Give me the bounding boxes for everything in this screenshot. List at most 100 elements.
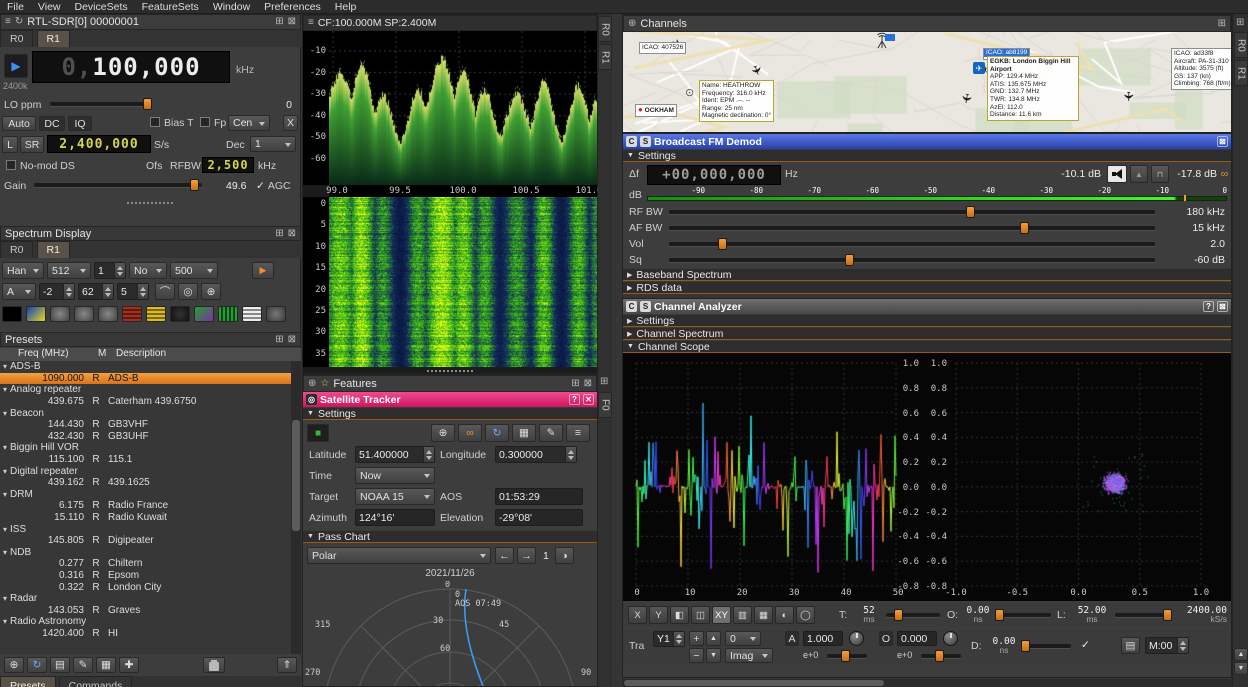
device-tab-r0[interactable]: R0 — [0, 30, 33, 47]
features-add-icon[interactable]: ⊕ — [308, 379, 316, 389]
audio-mute-button[interactable] — [1107, 165, 1127, 183]
trace-up-button[interactable]: ▲ — [706, 631, 721, 646]
panel-resize-grip[interactable] — [127, 202, 173, 204]
pass-chart-header[interactable]: ▼ Pass Chart — [303, 530, 597, 543]
channel-analyzer-titlebar[interactable]: C S Channel Analyzer ? ⊠ — [623, 299, 1231, 314]
grid-mode-dropdown[interactable]: A — [2, 283, 36, 300]
ref-level-spinner[interactable]: -2 — [39, 283, 75, 300]
offset-exp-slider[interactable] — [921, 649, 961, 662]
trace-visible-check[interactable]: ✓ — [1081, 639, 1090, 651]
tree-collapse-icon[interactable]: ▾ — [0, 617, 10, 626]
scope-display-mode-button[interactable]: ◯ — [796, 606, 815, 624]
tab-presets[interactable]: Presets — [0, 676, 56, 687]
presets-list[interactable]: ▾ADS-B1090.000RADS-B▾Analog repeater439.… — [0, 361, 291, 654]
longitude-field[interactable]: 0.300000 — [495, 446, 577, 463]
preset-item-row[interactable]: 115.100R115.1 — [0, 454, 291, 466]
fm-slider[interactable] — [669, 220, 1155, 236]
collapsed-section-header[interactable]: ▶Baseband Spectrum — [623, 268, 1231, 281]
fm-demod-titlebar[interactable]: C S Broadcast FM Demod ⊠ — [623, 134, 1231, 149]
dc-correction-button[interactable]: DC — [39, 116, 65, 131]
trace-select-spinner[interactable]: Y1 — [653, 631, 685, 647]
time-base-slider[interactable] — [886, 608, 940, 622]
fm-slider-handle[interactable] — [845, 254, 854, 266]
preset-item-row[interactable]: 432.430RGB3UHF — [0, 431, 291, 443]
target-dropdown[interactable]: NOAA 15 — [355, 488, 435, 505]
lo-ppm-slider[interactable] — [50, 96, 152, 112]
aircraft-info-box[interactable]: ICAO: ad33f8Aircraft: PA-31-310Altitude:… — [1171, 48, 1231, 90]
bias-t-checkbox[interactable]: Bias T — [150, 117, 194, 129]
spectrum-tab-r1[interactable]: R1 — [37, 241, 70, 258]
workspace-grid-icon[interactable]: ⊞ — [1236, 18, 1244, 28]
fft-size-dropdown[interactable]: 512 — [47, 262, 91, 279]
sample-rate-display[interactable]: 2,400,000 — [47, 135, 151, 153]
device-move-icon[interactable]: ≡ — [5, 17, 11, 27]
preset-item-row[interactable]: 145.805RDigipeater — [0, 535, 291, 547]
edit-satellites-icon[interactable]: ✎ — [539, 424, 563, 442]
audio-stereo-button[interactable]: ▲ — [1130, 165, 1148, 183]
channel-settings-icon[interactable]: S — [640, 136, 651, 147]
preset-item-row[interactable]: 1420.400RHI — [0, 628, 291, 640]
save-trace-button[interactable]: ▤ — [1121, 637, 1140, 654]
amplitude-knob[interactable] — [849, 631, 864, 646]
features-strip-grid-icon[interactable]: ⊞ — [600, 377, 608, 387]
refresh-rate-dropdown[interactable]: 500 — [170, 262, 218, 279]
ockham-beacon-label[interactable]: ● OCKHAM — [635, 104, 677, 117]
presets-scrollbar[interactable] — [291, 361, 301, 654]
tree-collapse-icon[interactable]: ▾ — [0, 594, 10, 603]
link-icon[interactable]: ∞ — [458, 424, 482, 442]
edit-group-button[interactable]: ✚ — [119, 657, 139, 673]
spectrum-menu-icon[interactable]: ≡ — [308, 18, 314, 28]
preset-group-row[interactable]: ▾Radio Astronomy — [0, 616, 291, 628]
preset-group-row[interactable]: ▾DRM — [0, 489, 291, 501]
tree-collapse-icon[interactable]: ▾ — [0, 443, 10, 452]
agc-checkbox[interactable]: ✓AGC — [256, 180, 291, 192]
rds-link-icon[interactable]: ∞ — [1219, 165, 1230, 183]
lock-button[interactable]: L — [2, 136, 18, 153]
preset-group-row[interactable]: ▾NDB — [0, 547, 291, 559]
device-reload-icon[interactable]: ↻ — [15, 17, 23, 27]
nomod-box[interactable] — [6, 160, 16, 170]
decay-curve-icon[interactable]: ⌒ — [155, 283, 175, 300]
map-target-icon[interactable]: ⊕ — [431, 424, 455, 442]
spectrum-window-titlebar[interactable]: ≡ CF:100.000M SP:2.400M — [303, 15, 597, 31]
range-spinner[interactable]: 62 — [78, 283, 114, 300]
offset-knob[interactable] — [943, 631, 958, 646]
aircraft-icon[interactable]: ✈ — [1122, 91, 1135, 102]
rf-bandwidth-display[interactable]: 2,500 — [202, 157, 254, 173]
fm-slider-handle[interactable] — [1020, 222, 1029, 234]
fp-checkbox[interactable]: Fp — [200, 117, 226, 129]
menu-item-window[interactable]: Window — [206, 1, 257, 13]
memory-select-spinner[interactable]: M:00 — [1145, 637, 1189, 654]
fm-level-marker[interactable] — [1184, 195, 1186, 201]
scope-display-mode-button[interactable]: ◧ — [670, 606, 689, 624]
ndb-info-box[interactable]: Name: HEATHROWFrequency: 316.0 kHzIdent:… — [699, 80, 774, 122]
next-pass-button[interactable]: → — [517, 547, 536, 564]
gain-slider[interactable] — [34, 177, 202, 193]
channel-settings-icon[interactable]: S — [640, 301, 651, 312]
spectrum-style-background-black[interactable] — [2, 306, 22, 322]
fm-slider-handle[interactable] — [718, 238, 727, 250]
features-float-icon[interactable]: ⊞ — [571, 379, 579, 389]
spectrum-play-button[interactable]: ▶ — [252, 262, 274, 279]
collapsed-section-header[interactable]: ▶Settings — [623, 314, 1231, 327]
preset-group-row[interactable]: ▾Radar — [0, 593, 291, 605]
tuning-mode-dropdown[interactable]: Cen — [228, 115, 270, 131]
auto-correction-button[interactable]: Auto — [2, 116, 36, 131]
fm-slider[interactable] — [669, 252, 1155, 268]
nomod-checkbox[interactable]: No-mod DS — [6, 160, 75, 172]
spectrum-style-marker-d[interactable] — [266, 306, 286, 322]
sr-button[interactable]: SR — [20, 136, 44, 153]
crosshair-marker-icon[interactable]: ⊕ — [201, 283, 221, 300]
remove-trace-button[interactable]: − — [689, 648, 704, 663]
trace-channel-dropdown[interactable]: 0 — [725, 631, 761, 646]
presets-float-icon[interactable]: ⊞ — [275, 335, 283, 345]
device-close-icon[interactable]: ⊠ — [288, 17, 296, 27]
spectrum-side-tab-r1[interactable]: R1 — [598, 44, 612, 70]
preset-item-row[interactable]: 15.110RRadio Kuwait — [0, 512, 291, 524]
spectrum-style-gradient-style[interactable] — [194, 306, 214, 322]
preset-item-row[interactable]: 143.053RGraves — [0, 604, 291, 616]
channels-grid-icon[interactable]: ⊞ — [1218, 19, 1226, 29]
channel-frequency-display[interactable]: +00,000,000 — [647, 165, 781, 185]
fm-slider[interactable] — [669, 204, 1155, 220]
delete-preset-button[interactable] — [203, 657, 225, 673]
